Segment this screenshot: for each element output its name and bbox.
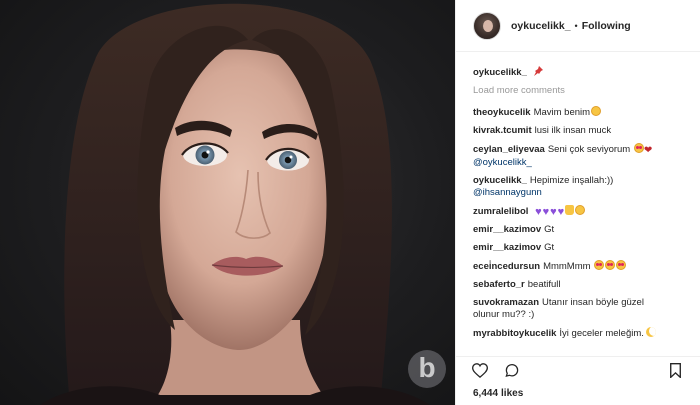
load-more-comments-link[interactable]: Load more comments [473, 85, 692, 96]
heart-eyes-face-icon [616, 260, 627, 270]
post-sidebar: oykucelikk_ • Following oykucelikk_ Load… [455, 0, 700, 405]
comment-item: emir__kazimov Gt [473, 242, 692, 254]
heart-eyes-face-icon [605, 260, 616, 270]
comment-item: zumralelibol ♥♥♥♥ [473, 205, 692, 218]
separator-dot: • [574, 20, 578, 31]
comment-text: Utanır insan böyle güzel [542, 297, 644, 308]
comment-username[interactable]: zumralelibol [473, 206, 528, 217]
bookmark-icon[interactable] [669, 363, 682, 378]
thumbs-up-icon [565, 205, 575, 215]
comment-text: Mavim benim [533, 107, 591, 118]
header-username[interactable]: oykucelikk_ [511, 20, 571, 32]
post-header: oykucelikk_ • Following [456, 0, 700, 52]
comment-text: lusi ilk insan muck [534, 125, 612, 136]
comment-username[interactable]: myrabbitoykucelik [473, 328, 556, 339]
comment-text: Hepimize inşallah:)) [529, 175, 614, 186]
comment-item: theoykucelik Mavim benim [473, 106, 692, 119]
comment-text: Gt [544, 242, 555, 253]
heart-outline-icon[interactable] [472, 363, 488, 378]
pushpin-icon [533, 66, 543, 76]
smiling-face-icon [575, 205, 586, 215]
heart-eyes-face-icon [633, 143, 644, 153]
red-heart-icon: ❤ [643, 145, 653, 156]
comment-username[interactable]: ceylan_eliyevaa [473, 144, 545, 155]
purple-heart-icon: ♥ [542, 206, 550, 218]
avatar[interactable] [473, 11, 501, 40]
caption-username[interactable]: oykucelikk_ [473, 67, 527, 78]
comment-text: Gt [544, 224, 555, 235]
purple-heart-icon: ♥ [557, 206, 565, 218]
comment-username[interactable]: theoykucelik [473, 107, 531, 118]
comment-text: beatifull [527, 279, 561, 290]
following-button[interactable]: Following [582, 20, 631, 32]
purple-heart-icon: ♥ [550, 206, 557, 218]
comment-username[interactable]: emir__kazimov [473, 242, 541, 253]
comment-item: oykucelikk_ Hepimize inşallah:)) @ihsanna… [473, 175, 692, 199]
comment-text: MmmMmm [543, 261, 591, 272]
smiling-face-icon [591, 106, 602, 116]
likes-count[interactable]: 6,444 likes [473, 388, 523, 399]
post-photo[interactable]: b [0, 0, 455, 405]
watermark-logo: b [408, 350, 446, 388]
comment-item: myrabbitoykucelik İyi geceler meleğim. [473, 327, 692, 340]
comments-list: oykucelikk_ Load more comments theoykuce… [456, 52, 700, 340]
comment-text: Seni çok seviyorum [547, 144, 631, 155]
mention-link[interactable]: @oykucelikk_ [473, 157, 532, 168]
comment-item: ecei̇ncedursun MmmMmm [473, 260, 692, 273]
portrait-illustration [40, 3, 430, 405]
caption: oykucelikk_ [473, 66, 692, 79]
comment-item: emir__kazimov Gt [473, 224, 692, 236]
comment-bubble-icon[interactable] [504, 363, 520, 378]
crescent-moon-icon [645, 327, 656, 337]
comment-username[interactable]: ecei̇ncedursun [473, 261, 540, 272]
comment-item: sebaferto_r beatifull [473, 279, 692, 291]
comment-text: İyi geceler meleğim. [559, 328, 644, 339]
comment-username[interactable]: emir__kazimov [473, 224, 541, 235]
comment-username[interactable]: suvokramazan [473, 297, 539, 308]
mention-link[interactable]: @ihsannaygunn [473, 187, 542, 198]
comment-username[interactable]: kivrak.tcumit [473, 125, 532, 136]
comment-item: ceylan_eliyevaa Seni çok seviyorum ❤ @oyk… [473, 143, 692, 169]
comment-item: kivrak.tcumit lusi ilk insan muck [473, 125, 692, 137]
comment-item: suvokramazan Utanır insan böyle güzel olu… [473, 297, 692, 321]
comment-username[interactable]: sebaferto_r [473, 279, 525, 290]
comment-username[interactable]: oykucelikk_ [473, 175, 527, 186]
heart-eyes-face-icon [594, 260, 605, 270]
likes-number: 6,444 [473, 388, 499, 399]
purple-heart-icon: ♥ [535, 206, 542, 218]
action-bar [456, 356, 700, 382]
likes-label: likes [501, 388, 524, 399]
comment-text-continued: olunur mu?? :) [473, 309, 535, 320]
